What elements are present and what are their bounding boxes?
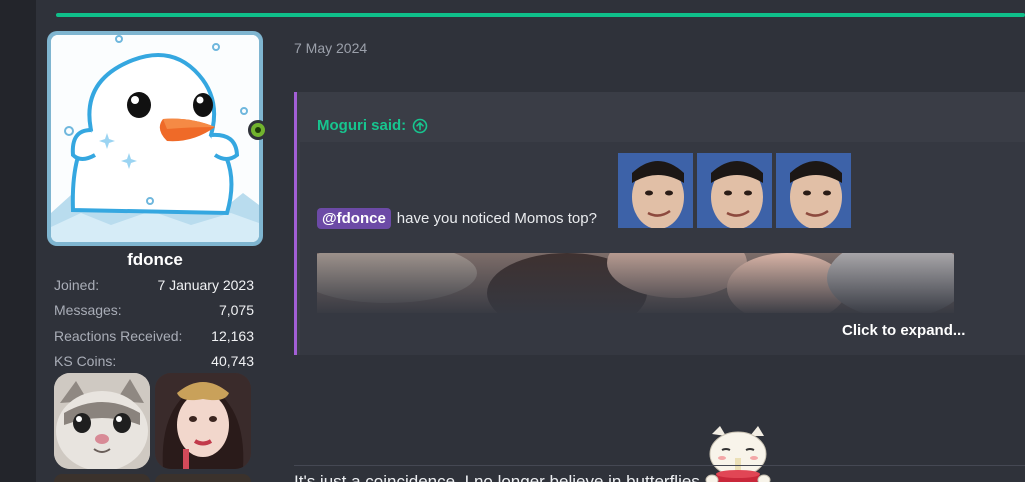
user-mention[interactable]: @fdonce [317,208,391,229]
stat-row-coins: KS Coins: 40,743 [54,349,254,375]
page-gutter [0,0,36,482]
quote-body: @fdonce have you noticed Momos top? Clic… [300,142,1025,355]
stat-label: Messages: [54,302,122,319]
stat-label: Joined: [54,276,100,293]
stat-row-messages: Messages: 7,075 [54,298,254,324]
snowman-avatar-icon [51,35,259,242]
face-emoji-image [776,153,851,228]
reply-message: It's just a coincidence. I no longer bel… [294,424,774,482]
avatar-image [51,35,259,242]
stat-value[interactable]: 7,075 [219,302,254,318]
girl-badge[interactable] [155,373,251,469]
avatar[interactable] [47,31,263,246]
stat-row-joined: Joined: 7 January 2023 [54,272,254,298]
post: fdonce Joined: 7 January 2023 Messages: … [36,0,1025,482]
badge-partial [155,474,251,482]
stat-label: KS Coins: [54,353,117,370]
quote-text: have you noticed Momos top? [396,210,597,227]
quote-text-line: @fdonce have you noticed Momos top? [317,208,597,229]
noodle-cat-sticker-icon [705,426,771,482]
post-divider [294,465,1025,466]
quote-author[interactable]: Moguri said: [317,117,406,134]
cat-badge-image [54,373,150,469]
quote-image[interactable] [317,253,954,313]
stat-value: 7 January 2023 [157,276,254,293]
post-date[interactable]: 7 May 2024 [294,40,367,56]
up-circle-icon[interactable] [412,118,428,134]
stat-value: 12,163 [211,327,254,344]
user-stats: Joined: 7 January 2023 Messages: 7,075 R… [54,272,254,374]
online-status-icon [248,120,268,140]
badge-partial [54,474,150,482]
face-emoji-image [618,153,693,228]
cat-badge[interactable] [54,373,150,469]
quote-block: Moguri said: @fdonce have you noticed Mo… [294,92,1025,355]
face-emoji-image [697,153,772,228]
username[interactable]: fdonce [47,250,263,270]
post-accent-bar [56,13,1025,17]
stat-row-reactions: Reactions Received: 12,163 [54,323,254,349]
reply-text: It's just a coincidence. I no longer bel… [294,472,700,482]
quote-header[interactable]: Moguri said: [297,92,1025,142]
stat-label: Reactions Received: [54,327,183,344]
girl-badge-image [155,373,251,469]
click-to-expand-link[interactable]: Click to expand... [842,322,965,339]
stat-value: 40,743 [211,353,254,370]
